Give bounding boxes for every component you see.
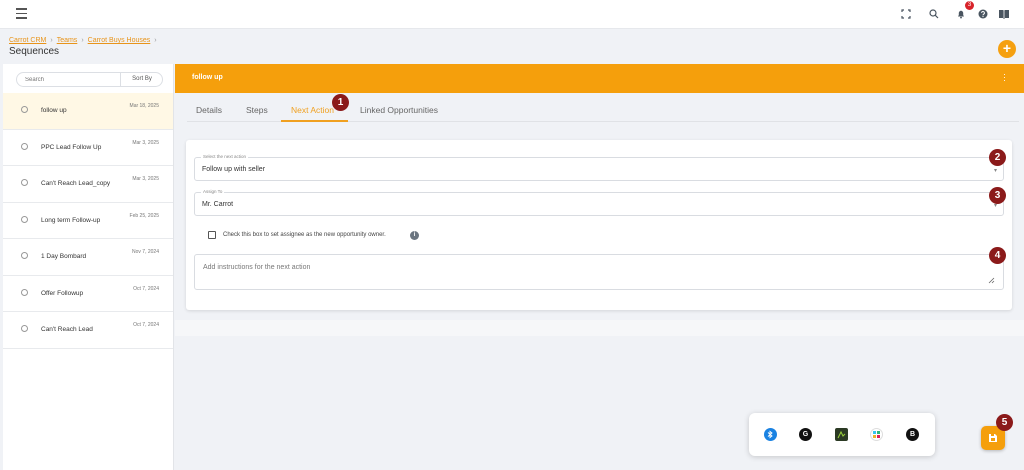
next-action-select[interactable]: Select the next action Follow up with se… — [194, 154, 1004, 181]
clock-icon — [21, 288, 28, 296]
info-icon[interactable]: i — [410, 231, 419, 240]
instructions-textarea[interactable] — [194, 254, 1004, 290]
active-tab-indicator — [281, 120, 348, 122]
owner-checkbox[interactable] — [208, 231, 216, 239]
next-action-form: Select the next action Follow up with se… — [186, 140, 1012, 310]
breadcrumb-separator-icon: › — [50, 37, 53, 44]
list-item-name: Offer Followup — [41, 289, 84, 297]
list-item-name: Can't Reach Lead_copy — [41, 180, 111, 187]
step-marker-3: 3 — [989, 187, 1006, 204]
breadcrumb: Carrot CRM › Teams › Carrot Buys Houses › — [9, 37, 161, 44]
list-item[interactable]: PPC Lead Follow Up Mar 3, 2025 — [3, 130, 173, 166]
list-item-date: Nov 7, 2024 — [132, 249, 159, 255]
bitwarden-icon[interactable]: B — [906, 428, 919, 441]
breadcrumb-separator-icon: › — [154, 37, 157, 44]
list-item-date: Oct 7, 2024 — [133, 322, 159, 328]
list-item-name: PPC Lead Follow Up — [41, 143, 102, 151]
app-icon[interactable] — [835, 428, 848, 441]
more-options-icon[interactable]: · · · — [1003, 70, 1006, 85]
clock-icon — [21, 215, 28, 223]
panel-header: follow up · · · — [175, 64, 1024, 93]
list-item[interactable]: follow up Mar 18, 2025 — [3, 93, 173, 130]
list-item-name: 1 Day Bombard — [41, 253, 87, 260]
list-item[interactable]: Can't Reach Lead Oct 7, 2024 — [3, 312, 173, 349]
grammarly-icon[interactable]: G — [799, 428, 812, 441]
list-item-name: Long term Follow-up — [41, 216, 101, 224]
tab-details[interactable]: Details — [196, 105, 222, 115]
list-item-name: follow up — [41, 107, 67, 114]
clock-icon — [21, 142, 28, 150]
panel-title: follow up — [192, 74, 223, 81]
resize-handle-icon[interactable] — [987, 276, 995, 284]
sequence-list: follow up Mar 18, 2025 PPC Lead Follow U… — [3, 93, 173, 349]
clock-icon — [21, 106, 28, 113]
list-item[interactable]: 1 Day Bombard Nov 7, 2024 — [3, 239, 173, 276]
page-title: Sequences — [9, 46, 60, 57]
add-sequence-button[interactable]: + — [998, 40, 1016, 58]
search-icon[interactable] — [927, 7, 941, 21]
owner-checkbox-label: Check this box to set assignee as the ne… — [223, 232, 386, 238]
list-item-date: Mar 18, 2025 — [129, 103, 159, 109]
list-item-name: Can't Reach Lead — [41, 326, 93, 333]
list-item[interactable]: Offer Followup Oct 7, 2024 — [3, 276, 173, 312]
clock-icon — [21, 179, 28, 186]
list-item-date: Oct 7, 2024 — [133, 285, 159, 292]
breadcrumb-separator-icon: › — [81, 37, 84, 44]
assign-to-select[interactable]: Assign To Mr. Carrot ▾ — [194, 189, 1004, 216]
step-marker-5: 5 — [996, 414, 1013, 431]
help-icon[interactable] — [976, 7, 990, 21]
breadcrumb-link-teams[interactable]: Teams — [57, 37, 78, 44]
menu-icon[interactable] — [16, 8, 27, 19]
chevron-down-icon: ▾ — [993, 168, 997, 174]
assign-to-label: Assign To — [201, 189, 225, 194]
list-item-date: Feb 25, 2025 — [129, 212, 159, 219]
book-icon[interactable] — [997, 7, 1011, 21]
sequence-sidebar: Sort By follow up Mar 18, 2025 PPC Lead … — [3, 64, 174, 470]
list-item-date: Mar 3, 2025 — [132, 139, 159, 146]
extension-dock: G B — [749, 413, 935, 456]
bluetooth-icon[interactable] — [764, 428, 777, 441]
tab-linked-opportunities[interactable]: Linked Opportunities — [360, 105, 438, 115]
next-action-value: Follow up with seller — [202, 166, 266, 173]
search-input[interactable] — [25, 75, 105, 85]
clock-icon — [21, 252, 28, 259]
sort-by-button[interactable]: Sort By — [120, 73, 163, 86]
search-box: Sort By — [16, 72, 163, 87]
tab-steps[interactable]: Steps — [246, 105, 268, 115]
tab-bar: Details Steps Next Action Linked Opportu… — [175, 93, 1024, 123]
step-marker-2: 2 — [989, 149, 1006, 166]
top-bar: 3 — [0, 0, 1024, 29]
list-item[interactable]: Can't Reach Lead_copy Mar 3, 2025 — [3, 166, 173, 203]
notification-count-badge: 3 — [965, 1, 974, 10]
clock-icon — [21, 325, 28, 332]
breadcrumb-link-team[interactable]: Carrot Buys Houses — [88, 37, 151, 44]
content-divider-strip — [175, 320, 1024, 336]
slack-icon[interactable] — [870, 428, 883, 441]
list-item-date: Mar 3, 2025 — [132, 176, 159, 182]
next-action-label: Select the next action — [201, 154, 249, 159]
step-marker-4: 4 — [989, 247, 1006, 264]
fullscreen-icon[interactable] — [899, 7, 913, 21]
assign-to-value: Mr. Carrot — [202, 201, 234, 208]
breadcrumb-link-crm[interactable]: Carrot CRM — [9, 37, 46, 44]
step-marker-1: 1 — [332, 94, 349, 111]
tab-next-action[interactable]: Next Action — [291, 105, 334, 115]
list-item[interactable]: Long term Follow-up Feb 25, 2025 — [3, 203, 173, 239]
